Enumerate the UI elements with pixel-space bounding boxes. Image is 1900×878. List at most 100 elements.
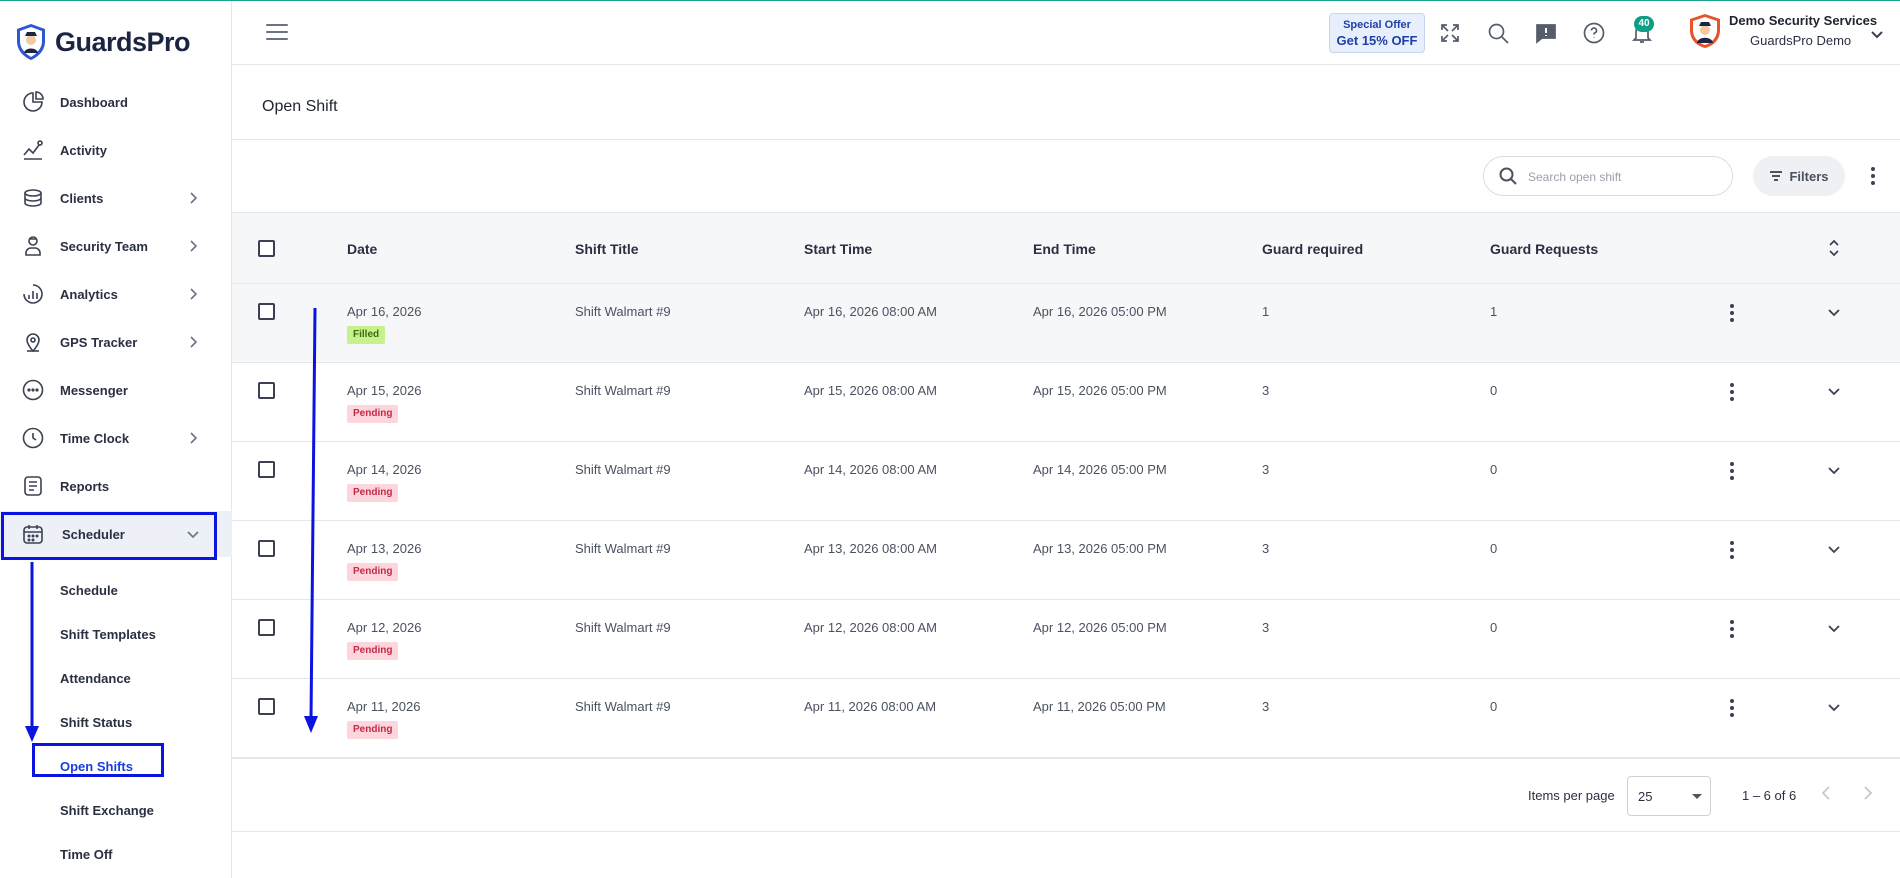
sidebar-item-analytics[interactable]: Analytics [0, 271, 232, 317]
sidebar-item-clients[interactable]: Clients [0, 175, 232, 221]
column-header-shift-title[interactable]: Shift Title [575, 241, 639, 257]
sidebar-subitem-shift-status[interactable]: Shift Status [60, 715, 132, 730]
cell-required: 1 [1262, 304, 1270, 319]
table-row[interactable]: Apr 15, 2026 Shift Walmart #9 Apr 15, 2026… [232, 363, 1900, 442]
sidebar-item-reports[interactable]: Reports [0, 463, 232, 509]
user-name[interactable]: Demo Security Services [1729, 13, 1877, 28]
chevron-down-icon[interactable] [1870, 27, 1884, 41]
cell-requests: 0 [1490, 462, 1498, 477]
cell-title: Shift Walmart #9 [575, 699, 671, 714]
cell-requests: 0 [1490, 699, 1498, 714]
sidebar-item-messenger[interactable]: Messenger [0, 367, 232, 413]
more-options-icon[interactable] [1726, 618, 1738, 640]
column-header-start-time[interactable]: Start Time [804, 241, 872, 257]
column-header-guard-requests[interactable]: Guard Requests [1490, 241, 1598, 257]
special-offer-button[interactable]: Special Offer Get 15% OFF [1329, 13, 1425, 53]
more-options-icon[interactable] [1866, 166, 1880, 186]
cell-required: 3 [1262, 620, 1270, 635]
row-checkbox[interactable] [258, 540, 275, 557]
cell-required: 3 [1262, 699, 1270, 714]
expand-chevron-icon[interactable] [1826, 701, 1842, 715]
search-input[interactable] [1528, 167, 1718, 187]
cell-start: Apr 14, 2026 08:00 AM [804, 462, 937, 477]
more-options-icon[interactable] [1726, 302, 1738, 324]
sidebar-item-label: Analytics [60, 286, 118, 302]
table-row[interactable]: Apr 16, 2026 Shift Walmart #9 Apr 16, 2026… [232, 284, 1900, 363]
table-row[interactable]: Apr 13, 2026 Shift Walmart #9 Apr 13, 2026… [232, 521, 1900, 600]
expand-chevron-icon[interactable] [1826, 543, 1842, 557]
offer-discount: Get 15% OFF [1336, 33, 1418, 48]
row-checkbox[interactable] [258, 303, 275, 320]
more-options-icon[interactable] [1726, 539, 1738, 561]
chevron-right-icon [186, 191, 200, 205]
cell-date: Apr 16, 2026 [347, 304, 422, 319]
filters-button[interactable]: Filters [1753, 156, 1845, 196]
cell-date: Apr 11, 2026 [347, 699, 421, 714]
fullscreen-icon[interactable] [1438, 21, 1464, 47]
expand-chevron-icon[interactable] [1826, 306, 1842, 320]
feedback-icon[interactable] [1534, 21, 1560, 47]
sidebar-subitem-time-off[interactable]: Time Off [60, 847, 113, 862]
sidebar-item-time-clock[interactable]: Time Clock [0, 415, 232, 461]
more-options-icon[interactable] [1726, 697, 1738, 719]
table-row[interactable]: Apr 14, 2026 Shift Walmart #9 Apr 14, 2026… [232, 442, 1900, 521]
previous-page-icon[interactable] [1817, 783, 1837, 803]
expand-chevron-icon[interactable] [1826, 385, 1842, 399]
sort-icon[interactable] [1827, 237, 1841, 259]
sidebar-item-activity[interactable]: Activity [0, 127, 232, 173]
sidebar-item-gps-tracker[interactable]: GPS Tracker [0, 319, 232, 365]
cell-title: Shift Walmart #9 [575, 620, 671, 635]
sidebar-item-label: Clients [60, 190, 104, 206]
cell-required: 3 [1262, 462, 1270, 477]
cell-end: Apr 15, 2026 05:00 PM [1033, 383, 1167, 398]
column-header-date[interactable]: Date [347, 241, 377, 257]
sidebar-subitem-schedule[interactable]: Schedule [60, 583, 118, 598]
row-checkbox[interactable] [258, 382, 275, 399]
reports-icon [20, 473, 46, 499]
sidebar-item-security-team[interactable]: Security Team [0, 223, 232, 269]
sidebar-item-dashboard[interactable]: Dashboard [0, 79, 232, 125]
scheduler-highlight-box [1, 512, 217, 560]
sidebar-subitem-shift-exchange[interactable]: Shift Exchange [60, 803, 154, 818]
sidebar-item-label: Time Clock [60, 430, 130, 446]
sidebar-item-label: Activity [60, 142, 107, 158]
logo[interactable]: GuardsPro [15, 23, 191, 61]
sidebar-item-label: Reports [60, 478, 110, 494]
cell-start: Apr 16, 2026 08:00 AM [804, 304, 937, 319]
menu-toggle-icon[interactable] [266, 24, 288, 40]
items-per-page-label: Items per page [1528, 788, 1615, 803]
next-page-icon[interactable] [1857, 783, 1877, 803]
avatar[interactable] [1688, 13, 1722, 49]
help-icon[interactable] [1582, 21, 1608, 47]
chevron-right-icon [186, 239, 200, 253]
row-checkbox[interactable] [258, 461, 275, 478]
cell-title: Shift Walmart #9 [575, 462, 671, 477]
column-header-guard-required[interactable]: Guard required [1262, 241, 1363, 257]
sidebar-item-label: Security Team [60, 238, 148, 254]
row-checkbox[interactable] [258, 698, 275, 715]
row-checkbox[interactable] [258, 619, 275, 636]
pagination: Items per page 25 1 – 6 of 6 [232, 758, 1900, 832]
chevron-right-icon [186, 431, 200, 445]
more-options-icon[interactable] [1726, 460, 1738, 482]
column-header-end-time[interactable]: End Time [1033, 241, 1096, 257]
expand-chevron-icon[interactable] [1826, 622, 1842, 636]
cell-requests: 0 [1490, 383, 1498, 398]
select-all-checkbox[interactable] [258, 240, 275, 257]
sidebar-item-label: Dashboard [60, 94, 128, 110]
analytics-icon [20, 281, 46, 307]
expand-chevron-icon[interactable] [1826, 464, 1842, 478]
items-per-page-select[interactable]: 25 [1627, 776, 1711, 816]
more-options-icon[interactable] [1726, 381, 1738, 403]
app-name: GuardsPro [55, 26, 191, 57]
search-box[interactable] [1483, 156, 1733, 196]
sidebar-subitem-attendance[interactable]: Attendance [60, 671, 131, 686]
cell-date: Apr 15, 2026 [347, 383, 422, 398]
table-header: Date Shift Title Start Time End Time Gua… [232, 212, 1900, 284]
table-row[interactable]: Apr 11, 2026 Shift Walmart #9 Apr 11, 2026… [232, 679, 1900, 758]
cell-title: Shift Walmart #9 [575, 541, 671, 556]
search-icon[interactable] [1486, 21, 1512, 47]
table-row[interactable]: Apr 12, 2026 Shift Walmart #9 Apr 12, 2026… [232, 600, 1900, 679]
sidebar-subitem-shift-templates[interactable]: Shift Templates [60, 627, 156, 642]
cell-requests: 1 [1490, 304, 1498, 319]
